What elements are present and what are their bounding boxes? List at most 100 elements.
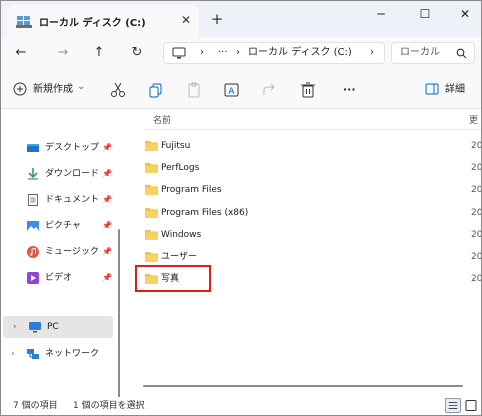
address-bar[interactable]: › ··· › ローカル ディスク (C:) › [163, 42, 385, 64]
pin-icon: 📌 [102, 169, 112, 178]
list-item-program-files-x86[interactable]: Program Files (x86) 20 [141, 202, 481, 224]
breadcrumb-overflow[interactable]: ··· [218, 46, 228, 60]
file-list: 名前 更 Fujitsu 20 PerfLogs 20 Program File… [131, 109, 481, 397]
large-icons-view-icon[interactable] [463, 398, 479, 413]
column-header-name[interactable]: 名前 [153, 113, 171, 126]
expand-chevron-icon[interactable]: › [11, 348, 15, 360]
folder-icon [145, 230, 158, 240]
title-bar: ローカル ディスク (C:) ✕ + ─ ☐ ✕ [1, 1, 481, 37]
copy-icon[interactable] [147, 81, 165, 99]
sidebar-item-label: ネットワーク [45, 349, 100, 359]
item-name: Program Files [161, 185, 222, 195]
cut-icon[interactable] [109, 81, 127, 99]
share-icon[interactable] [261, 81, 279, 99]
item-date: 20 [471, 252, 482, 262]
list-item-perflogs[interactable]: PerfLogs 20 [141, 157, 481, 179]
folder-icon [145, 163, 158, 173]
item-name: Fujitsu [161, 141, 191, 151]
pin-icon: 📌 [102, 273, 112, 282]
folder-icon [145, 252, 158, 262]
tab-title: ローカル ディスク (C:) [39, 18, 146, 29]
search-box[interactable]: ローカル [391, 42, 475, 64]
header-divider [143, 129, 481, 130]
navigation-pane: デスクトップ 📌 ダウンロード 📌 ドキュメント 📌 ピクチャ 📌 ミュージック… [1, 109, 123, 413]
sidebar-item-desktop[interactable]: デスクトップ 📌 [1, 137, 115, 159]
search-input[interactable]: ローカル [400, 46, 440, 60]
download-icon [28, 168, 38, 180]
pin-icon: 📌 [102, 143, 112, 152]
highlight-box [135, 265, 211, 292]
sidebar-item-videos[interactable]: ビデオ 📌 [1, 267, 115, 289]
music-icon [27, 246, 39, 258]
delete-icon[interactable] [299, 81, 317, 99]
details-button[interactable]: 詳細 [445, 81, 465, 99]
details-pane-icon [425, 83, 439, 95]
breadcrumb-location[interactable]: ローカル ディスク (C:) [248, 46, 352, 60]
sidebar-item-network[interactable]: › ネットワーク [1, 343, 115, 365]
desktop-icon [27, 144, 39, 152]
close-window-button[interactable]: ✕ [445, 1, 481, 29]
forward-button[interactable]: → [53, 44, 73, 62]
item-count: 7 個の項目 [13, 401, 58, 411]
sidebar-item-label: ダウンロード [45, 169, 100, 179]
item-name: ユーザー [161, 252, 197, 262]
sidebar-item-label: PC [47, 322, 59, 332]
pin-icon: 📌 [102, 195, 112, 204]
documents-icon [28, 194, 38, 206]
sidebar-item-downloads[interactable]: ダウンロード 📌 [1, 163, 115, 185]
drive-icon [16, 16, 32, 28]
maximize-button[interactable]: ☐ [405, 1, 445, 29]
sidebar-item-documents[interactable]: ドキュメント 📌 [1, 189, 115, 211]
list-item-windows[interactable]: Windows 20 [141, 224, 481, 246]
sidebar-item-pc[interactable]: › PC [3, 316, 113, 338]
folder-icon [145, 185, 158, 195]
column-header-date[interactable]: 更 [469, 113, 478, 126]
horizontal-scrollbar[interactable] [143, 385, 463, 387]
sidebar-item-pictures[interactable]: ピクチャ 📌 [1, 215, 115, 237]
pin-icon: 📌 [102, 247, 112, 256]
folder-icon [145, 141, 158, 151]
new-chevron-icon[interactable]: ⌄ [77, 78, 85, 96]
sidebar-item-label: ビデオ [45, 273, 73, 283]
expand-chevron-icon[interactable]: › [13, 321, 17, 333]
pc-icon [172, 47, 186, 59]
network-icon [27, 349, 39, 359]
navigation-scrollbar[interactable] [118, 229, 120, 413]
sidebar-item-label: ドキュメント [45, 195, 100, 205]
sidebar-item-music[interactable]: ミュージック 📌 [1, 241, 115, 263]
rename-icon[interactable]: A [223, 81, 241, 99]
list-item-program-files[interactable]: Program Files 20 [141, 179, 481, 201]
item-date: 20 [471, 141, 482, 151]
item-date: 20 [471, 230, 482, 240]
new-icon [13, 82, 27, 96]
paste-icon[interactable] [185, 81, 203, 99]
sidebar-item-label: デスクトップ [45, 143, 100, 153]
pc-icon [29, 322, 41, 333]
item-date: 20 [471, 208, 482, 218]
breadcrumb-separator: › [200, 47, 204, 58]
more-options-button[interactable]: ··· [343, 81, 356, 99]
selection-count: 1 個の項目を選択 [73, 401, 145, 411]
details-view-icon[interactable] [445, 398, 461, 413]
svg-text:A: A [228, 87, 235, 97]
tab-local-disk[interactable]: ローカル ディスク (C:) ✕ [7, 5, 199, 37]
pictures-icon [27, 221, 39, 231]
pin-icon: 📌 [102, 221, 112, 230]
item-date: 20 [471, 163, 482, 173]
videos-icon [27, 272, 39, 284]
new-button[interactable]: 新規作成 [33, 81, 73, 99]
new-tab-button[interactable]: + [207, 9, 227, 29]
list-item-fujitsu[interactable]: Fujitsu 20 [141, 135, 481, 157]
refresh-button[interactable]: ↻ [127, 44, 147, 62]
close-tab-icon[interactable]: ✕ [178, 12, 194, 28]
minimize-button[interactable]: ─ [361, 1, 401, 29]
back-button[interactable]: ← [11, 44, 31, 62]
breadcrumb-separator: › [370, 47, 374, 58]
item-date: 20 [471, 185, 482, 195]
search-icon [456, 48, 467, 59]
folder-icon [145, 208, 158, 218]
item-name: PerfLogs [161, 163, 200, 173]
up-button[interactable]: ↑ [89, 44, 109, 62]
sidebar-item-label: ピクチャ [45, 221, 81, 231]
navigation-bar: ← → ↑ ↻ › ··· › ローカル ディスク (C:) › ローカル [1, 37, 481, 69]
